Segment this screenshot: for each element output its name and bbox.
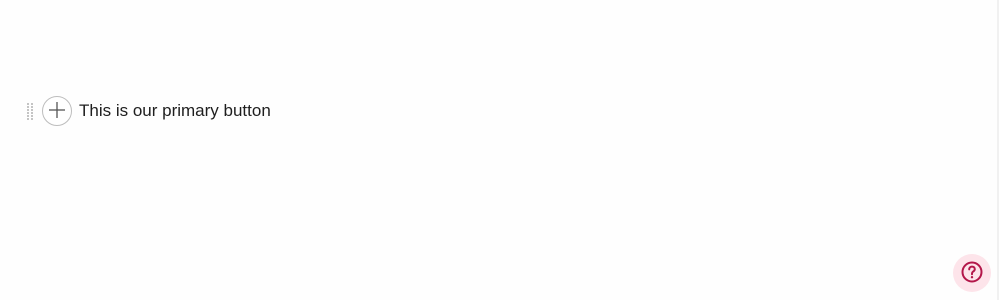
page: This is our primary button [0,0,999,300]
help-button[interactable] [953,254,991,292]
add-block-button[interactable] [42,96,72,126]
editor-block: This is our primary button [24,95,271,127]
question-mark-icon [960,260,984,287]
block-text[interactable]: This is our primary button [79,95,271,127]
plus-icon [48,101,66,122]
drag-handle-icon[interactable] [24,102,36,120]
